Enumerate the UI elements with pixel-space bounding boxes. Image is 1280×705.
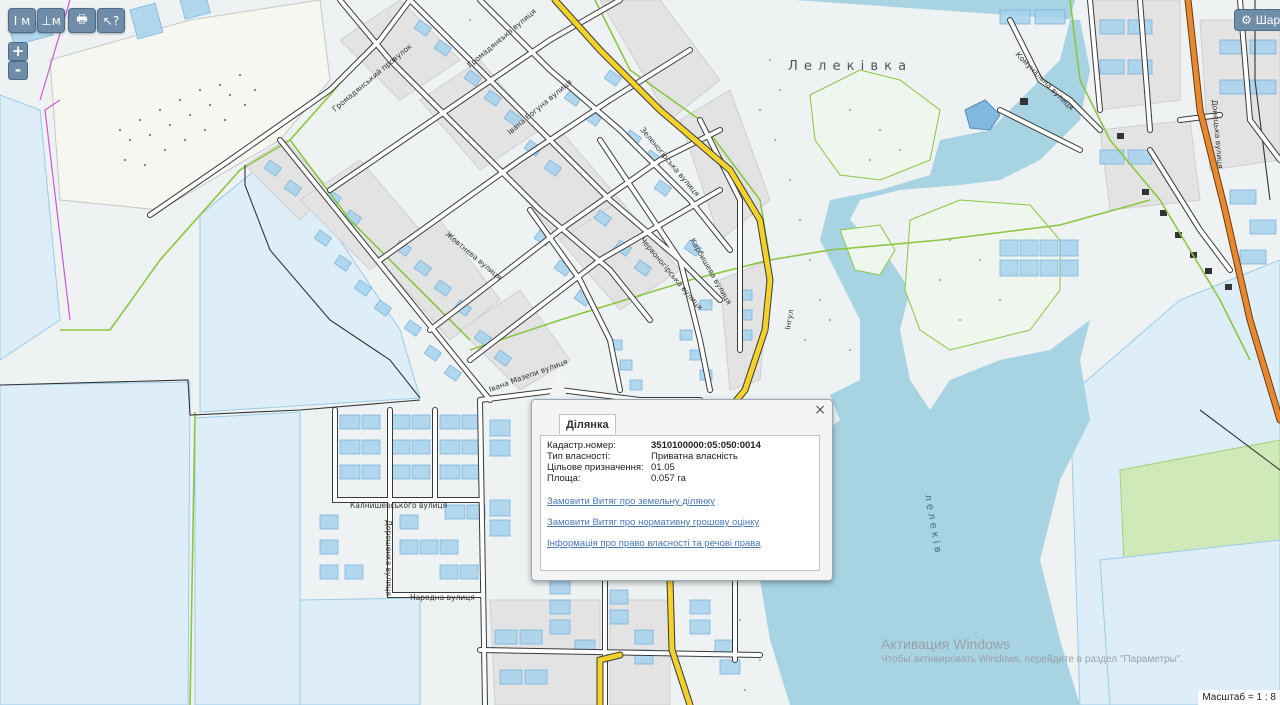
info-cursor-button[interactable]: ↖?: [97, 8, 125, 33]
field-label: Тип власності:: [547, 451, 611, 462]
map-label-village: Л е л е к і в к а: [788, 59, 907, 74]
field-label: Цільове призначення:: [547, 462, 644, 473]
field-ownership-type: Тип власності: Приватна власність: [547, 451, 813, 462]
parcel-popup: × Ділянка Кадастр.номер: 3510100000:05:0…: [531, 399, 833, 581]
map-scale: Масштаб = 1 : 8: [1198, 690, 1280, 705]
tab-parcel[interactable]: Ділянка: [559, 414, 616, 434]
measure-area-button[interactable]: ⊥м: [37, 8, 65, 33]
order-extract-link[interactable]: Замовити Витяг про земельну ділянку: [547, 496, 813, 507]
field-area: Площа: 0.057 га: [547, 473, 813, 484]
popup-content: Кадастр.номер: 3510100000:05:050:0014 Ти…: [540, 435, 820, 571]
zoom-out-button[interactable]: -: [8, 61, 28, 80]
field-purpose: Цільове призначення: 01.05: [547, 462, 813, 473]
layers-label: Шар: [1255, 13, 1280, 27]
watermark-subtitle: Чтобы активировать Windows, перейдите в …: [881, 654, 1184, 665]
watermark-title: Активация Windows: [881, 636, 1011, 652]
field-value: 01.05: [651, 462, 675, 473]
zoom-in-button[interactable]: +: [8, 42, 28, 61]
field-label: Площа:: [547, 473, 581, 484]
map-label-doroshenka: Дорошенка вулиця: [384, 520, 393, 596]
ownership-info-link[interactable]: Інформація про право власності та речові…: [547, 538, 813, 549]
cadastral-map[interactable]: Л е л е к і в к а Громадянський провулок…: [0, 0, 1280, 705]
map-label-narodna: Народна вулиця: [410, 593, 475, 602]
windows-activation-watermark: Активация Windows Чтобы активировать Win…: [881, 636, 1183, 665]
field-value: 0.057 га: [651, 473, 686, 484]
map-label-kalnyshevskoho: Калнишевського вулиця: [350, 501, 447, 510]
print-button[interactable]: 🖶: [68, 8, 96, 33]
popup-tail: [548, 368, 568, 400]
measure-length-button[interactable]: I м: [8, 8, 36, 33]
close-icon[interactable]: ×: [814, 402, 826, 418]
layers-button[interactable]: ⚙ Шар: [1234, 9, 1280, 31]
field-cadastral-number: Кадастр.номер: 3510100000:05:050:0014: [547, 440, 813, 451]
order-valuation-link[interactable]: Замовити Витяг про нормативну грошову оц…: [547, 517, 813, 528]
field-label: Кадастр.номер:: [547, 440, 616, 451]
field-value: 3510100000:05:050:0014: [651, 440, 761, 451]
gear-icon: ⚙: [1241, 13, 1252, 27]
field-value: Приватна власність: [651, 451, 738, 462]
